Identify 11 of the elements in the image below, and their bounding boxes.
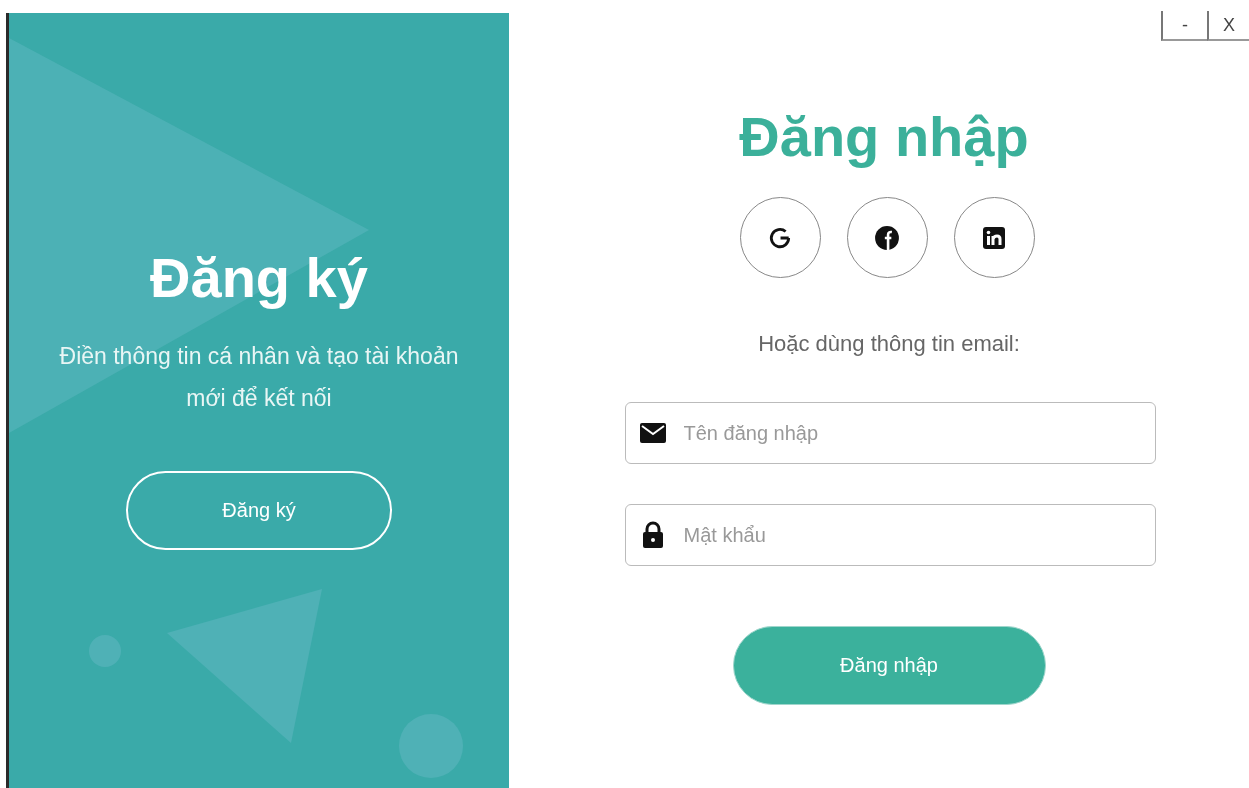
- close-button[interactable]: X: [1207, 11, 1249, 41]
- linkedin-icon: [982, 225, 1006, 250]
- login-title: Đăng nhập: [738, 104, 1029, 170]
- username-field[interactable]: Tên đăng nhập: [624, 402, 1156, 464]
- password-field[interactable]: Mật khẩu: [624, 504, 1156, 566]
- signup-message: Điền thông tin cá nhân và tạo tài khoản mới để kết nối: [58, 342, 460, 413]
- minimize-button[interactable]: -: [1161, 11, 1207, 41]
- email-option-text: Hoặc dùng thông tin email:: [757, 330, 1020, 358]
- mail-icon: [638, 422, 667, 444]
- signup-title: Đăng ký: [150, 245, 368, 311]
- facebook-icon: [874, 224, 900, 251]
